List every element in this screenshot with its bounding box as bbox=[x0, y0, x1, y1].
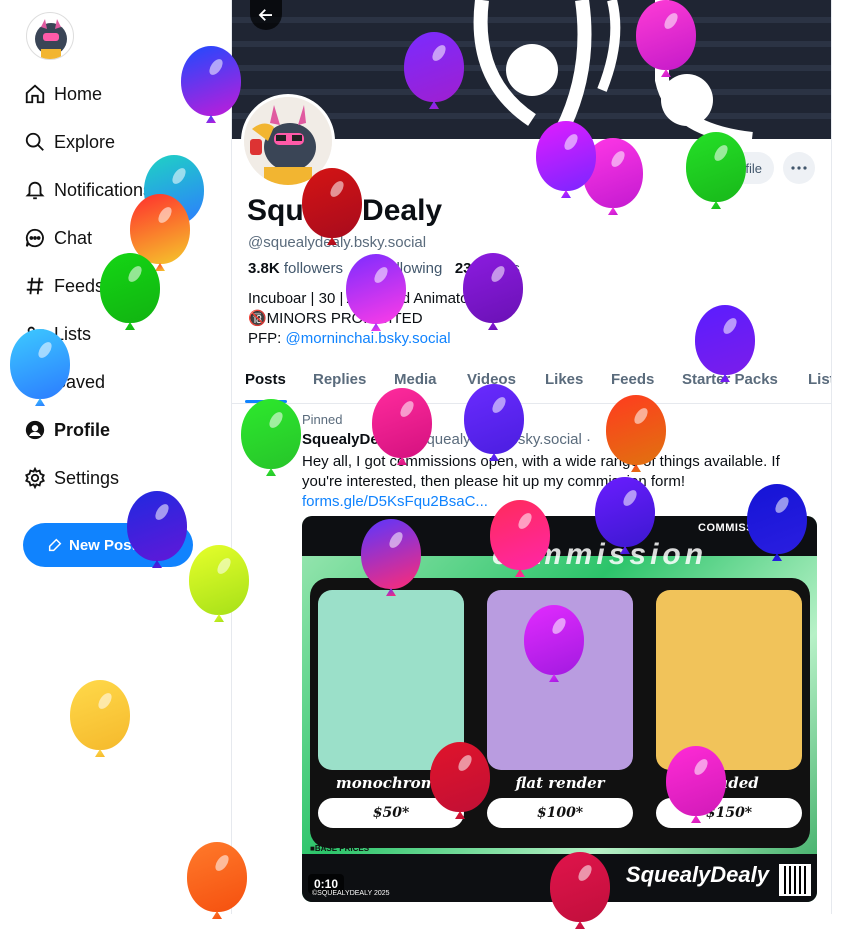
bio-prefix: PFP: bbox=[248, 330, 286, 347]
card-label: shaded bbox=[699, 774, 759, 792]
sidebar: Home Explore Notifications Chat Feeds Li… bbox=[0, 0, 231, 914]
post-body: Hey all, I got commissions open, with a … bbox=[302, 452, 822, 512]
following-stat[interactable]: 311 following bbox=[356, 260, 443, 277]
bio-line: PFP: @morninchai.bsky.social bbox=[248, 329, 473, 349]
post-separator: · bbox=[586, 431, 591, 448]
followers-label: followers bbox=[283, 260, 344, 277]
chat-icon bbox=[24, 227, 46, 249]
post-text: Hey all, I got commissions open, with a … bbox=[302, 453, 780, 490]
post-header: SquealyDealy @squealydealy.bsky.social · bbox=[302, 431, 591, 448]
pinned-post[interactable]: Pinned SquealyDealy @squealydealy.bsky.s… bbox=[232, 404, 831, 914]
posts-label: posts bbox=[484, 260, 520, 277]
sidebar-item-home[interactable]: Home bbox=[24, 78, 102, 110]
sidebar-item-saved[interactable]: Saved bbox=[24, 366, 105, 398]
bookmark-icon bbox=[24, 371, 46, 393]
avatar[interactable] bbox=[26, 12, 74, 60]
new-post-label: New Post bbox=[69, 536, 137, 554]
new-post-button[interactable]: New Post bbox=[23, 523, 193, 567]
profile-handle: @squealydealy.bsky.social bbox=[248, 234, 427, 251]
sidebar-item-label: Feeds bbox=[54, 275, 105, 296]
tab-feeds[interactable]: Feeds bbox=[611, 371, 654, 388]
card-flat-art bbox=[487, 590, 633, 770]
bio-mention-link[interactable]: @morninchai.bsky.social bbox=[286, 330, 451, 347]
card-price: $100* bbox=[487, 798, 633, 828]
tab-posts[interactable]: Posts bbox=[245, 371, 286, 388]
lists-icon bbox=[24, 323, 46, 345]
tab-replies[interactable]: Replies bbox=[313, 371, 366, 388]
bio-line: Incuboar | 30 | Artist and Animator bbox=[248, 290, 474, 307]
commission-cards: monochrome flat render shaded $50* $100*… bbox=[310, 578, 810, 848]
tab-starter-packs[interactable]: Starter Packs bbox=[682, 371, 778, 388]
bell-icon bbox=[24, 179, 46, 201]
sidebar-item-explore[interactable]: Explore bbox=[24, 126, 115, 158]
sidebar-item-label: Chat bbox=[54, 227, 93, 248]
sidebar-item-label: Lists bbox=[54, 323, 92, 344]
sidebar-item-label: Settings bbox=[54, 467, 120, 488]
post-link[interactable]: forms.gle/D5KsFqu2BsaC... bbox=[302, 492, 822, 512]
profile-display-name: SquealyDealy bbox=[247, 194, 443, 227]
tab-likes[interactable]: Likes bbox=[545, 371, 583, 388]
card-price: $50* bbox=[318, 798, 464, 828]
active-tab-indicator bbox=[245, 400, 287, 403]
sidebar-item-label: Profile bbox=[54, 419, 111, 440]
sidebar-item-label: Notifications bbox=[54, 179, 153, 200]
bio-line: 🔞MINORS PROHIBITED bbox=[248, 310, 423, 327]
sidebar-item-chat[interactable]: Chat bbox=[24, 222, 92, 254]
profile-bio: Incuboar | 30 | Artist and Animator 🔞MIN… bbox=[248, 289, 473, 349]
posts-stat: 231 posts bbox=[455, 260, 520, 277]
profile-stats: 3.8K followers 311 following 231 posts bbox=[248, 260, 520, 277]
card-monochrome-art bbox=[318, 590, 464, 770]
sidebar-item-feeds[interactable]: Feeds bbox=[24, 270, 104, 302]
profile-main: Edit Profile SquealyDealy @squealydealy.… bbox=[231, 0, 832, 914]
card-label: monochrome bbox=[335, 774, 447, 792]
sidebar-item-lists[interactable]: Lists bbox=[24, 318, 91, 350]
post-handle[interactable]: @squealydealy.bsky.social bbox=[404, 431, 582, 448]
card-shaded-art bbox=[656, 590, 802, 770]
home-icon bbox=[24, 83, 46, 105]
media-header-tag: COMMISSION INFO bbox=[698, 522, 807, 534]
gear-icon bbox=[24, 467, 46, 489]
sidebar-item-settings[interactable]: Settings bbox=[24, 462, 119, 494]
edit-profile-label: Edit Profile bbox=[699, 160, 762, 176]
compose-icon bbox=[48, 538, 62, 552]
following-label: following bbox=[383, 260, 443, 277]
search-icon bbox=[24, 131, 46, 153]
profile-tabs: Posts Replies Media Videos Likes Feeds S… bbox=[232, 360, 831, 404]
profile-icon bbox=[24, 419, 46, 441]
profile-avatar[interactable] bbox=[241, 94, 335, 188]
pinned-label: Pinned bbox=[302, 412, 343, 427]
brand-logo: SquealyDealy bbox=[625, 862, 769, 887]
following-count: 311 bbox=[355, 260, 380, 277]
sidebar-item-label: Saved bbox=[54, 371, 106, 392]
more-options-button[interactable] bbox=[783, 152, 815, 184]
followers-count: 3.8K bbox=[248, 260, 280, 277]
media-title-art: commission bbox=[492, 538, 708, 571]
sidebar-item-label: Home bbox=[54, 83, 103, 104]
posts-count: 231 bbox=[454, 260, 480, 277]
qr-code bbox=[779, 864, 811, 896]
back-arrow-icon bbox=[258, 9, 272, 21]
edit-profile-button[interactable]: Edit Profile bbox=[686, 152, 774, 184]
followers-stat[interactable]: 3.8K followers bbox=[248, 260, 343, 277]
sidebar-item-profile[interactable]: Profile bbox=[24, 414, 110, 446]
base-prices-note: ■BASE PRICES bbox=[310, 844, 370, 853]
post-video[interactable]: COMMISSION INFO commission monochrome fl… bbox=[302, 516, 817, 902]
sidebar-item-notifications[interactable]: Notifications bbox=[24, 174, 152, 206]
hash-icon bbox=[24, 275, 46, 297]
tab-lists[interactable]: Lists bbox=[808, 371, 831, 388]
tab-videos[interactable]: Videos bbox=[467, 371, 516, 388]
tab-media[interactable]: Media bbox=[394, 371, 437, 388]
post-author[interactable]: SquealyDealy bbox=[302, 431, 400, 448]
ellipsis-icon bbox=[791, 166, 807, 170]
media-copyright: ©SQUEALYDEALY 2025 bbox=[312, 890, 390, 897]
sidebar-item-label: Explore bbox=[54, 131, 116, 152]
card-price: $150* bbox=[656, 798, 802, 828]
card-label: flat render bbox=[515, 774, 605, 792]
